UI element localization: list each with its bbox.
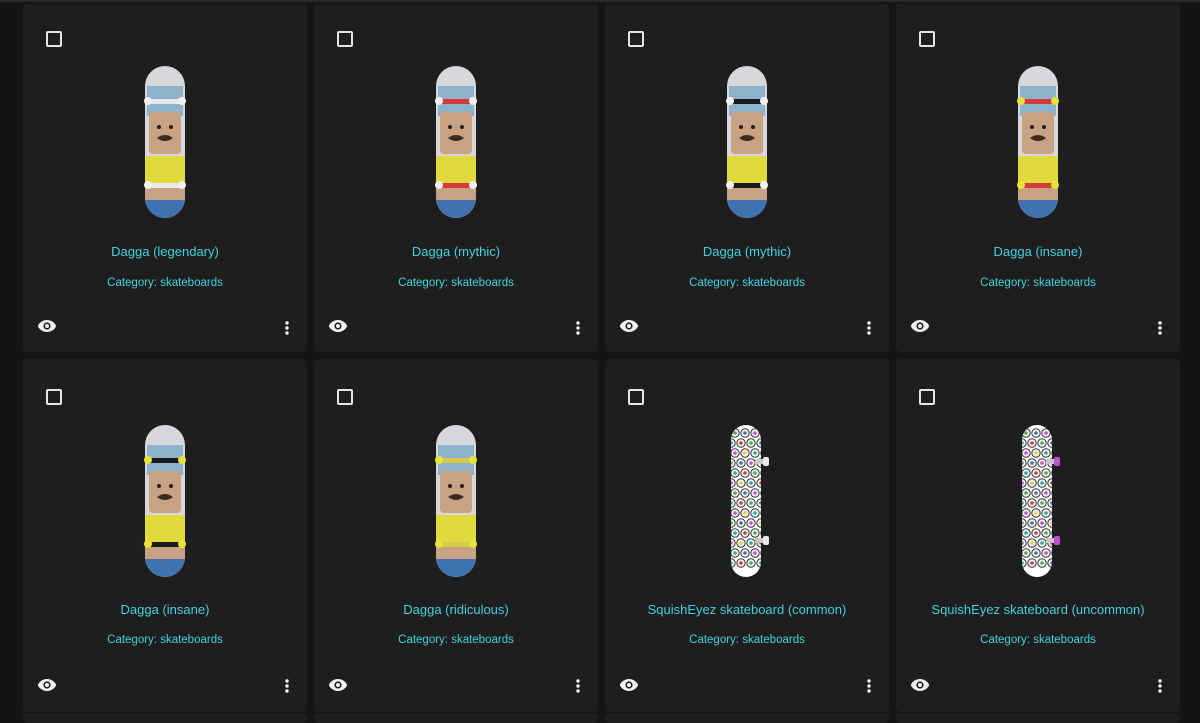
item-category: Category: skateboards xyxy=(398,634,514,646)
more-vert-icon[interactable] xyxy=(573,320,583,336)
more-vert-icon[interactable] xyxy=(282,678,292,694)
more-vert-icon[interactable] xyxy=(1155,678,1165,694)
item-title[interactable]: Dagga (insane) xyxy=(23,602,307,617)
more-vert-icon[interactable] xyxy=(864,320,874,336)
item-title[interactable]: Dagga (mythic) xyxy=(605,244,889,259)
skateboard-image xyxy=(314,63,598,221)
item-card[interactable]: Dagga (insane) Category: skateboards xyxy=(896,3,1180,352)
next-row-card-edge xyxy=(23,713,307,723)
dagga-deck-graphic xyxy=(144,425,186,577)
item-category: Category: skateboards xyxy=(689,277,805,289)
squisheyez-deck-graphic xyxy=(731,425,769,577)
select-checkbox[interactable] xyxy=(46,31,62,47)
item-card[interactable]: SquishEyez skateboard (uncommon) Categor… xyxy=(896,359,1180,712)
select-checkbox[interactable] xyxy=(337,389,353,405)
dagga-deck-graphic xyxy=(435,66,477,218)
item-category: Category: skateboards xyxy=(689,634,805,646)
item-card[interactable]: Dagga (insane) Category: skateboards xyxy=(23,359,307,712)
skateboard-image xyxy=(605,421,889,581)
eye-icon[interactable] xyxy=(910,319,930,333)
item-category: Category: skateboards xyxy=(980,277,1096,289)
skateboard-image xyxy=(896,421,1180,581)
item-category: Category: skateboards xyxy=(980,634,1096,646)
more-vert-icon[interactable] xyxy=(864,678,874,694)
select-checkbox[interactable] xyxy=(46,389,62,405)
item-card[interactable]: Dagga (mythic) Category: skateboards xyxy=(605,3,889,352)
item-category: Category: skateboards xyxy=(398,277,514,289)
next-row-card-edge xyxy=(605,713,889,723)
skateboard-image xyxy=(314,421,598,581)
dagga-deck-graphic xyxy=(1017,66,1059,218)
eye-icon[interactable] xyxy=(619,678,639,692)
select-checkbox[interactable] xyxy=(919,389,935,405)
dagga-deck-graphic xyxy=(144,66,186,218)
next-row-card-edge xyxy=(896,713,1180,723)
item-title[interactable]: Dagga (insane) xyxy=(896,244,1180,259)
item-category: Category: skateboards xyxy=(107,277,223,289)
dagga-deck-graphic xyxy=(726,66,768,218)
skateboard-image xyxy=(23,421,307,581)
item-title[interactable]: Dagga (legendary) xyxy=(23,244,307,259)
item-title[interactable]: Dagga (ridiculous) xyxy=(314,602,598,617)
item-title[interactable]: Dagga (mythic) xyxy=(314,244,598,259)
more-vert-icon[interactable] xyxy=(282,320,292,336)
item-card[interactable]: Dagga (legendary) Category: skateboards xyxy=(23,3,307,352)
dagga-deck-graphic xyxy=(435,425,477,577)
eye-icon[interactable] xyxy=(619,319,639,333)
item-card[interactable]: Dagga (mythic) Category: skateboards xyxy=(314,3,598,352)
select-checkbox[interactable] xyxy=(919,31,935,47)
eye-icon[interactable] xyxy=(37,678,57,692)
select-checkbox[interactable] xyxy=(628,31,644,47)
select-checkbox[interactable] xyxy=(337,31,353,47)
skateboard-image xyxy=(605,63,889,221)
select-checkbox[interactable] xyxy=(628,389,644,405)
next-row-card-edge xyxy=(314,713,598,723)
skateboard-image xyxy=(23,63,307,221)
item-category: Category: skateboards xyxy=(107,634,223,646)
item-card[interactable]: SquishEyez skateboard (common) Category:… xyxy=(605,359,889,712)
eye-icon[interactable] xyxy=(328,319,348,333)
top-divider xyxy=(0,0,1200,2)
squisheyez-deck-graphic xyxy=(1022,425,1060,577)
more-vert-icon[interactable] xyxy=(573,678,583,694)
item-title[interactable]: SquishEyez skateboard (uncommon) xyxy=(896,602,1180,617)
item-card[interactable]: Dagga (ridiculous) Category: skateboards xyxy=(314,359,598,712)
skateboard-image xyxy=(896,63,1180,221)
inventory-grid: Dagga (legendary) Category: skateboards … xyxy=(23,3,1180,712)
eye-icon[interactable] xyxy=(910,678,930,692)
more-vert-icon[interactable] xyxy=(1155,320,1165,336)
item-title[interactable]: SquishEyez skateboard (common) xyxy=(605,602,889,617)
eye-icon[interactable] xyxy=(37,319,57,333)
eye-icon[interactable] xyxy=(328,678,348,692)
